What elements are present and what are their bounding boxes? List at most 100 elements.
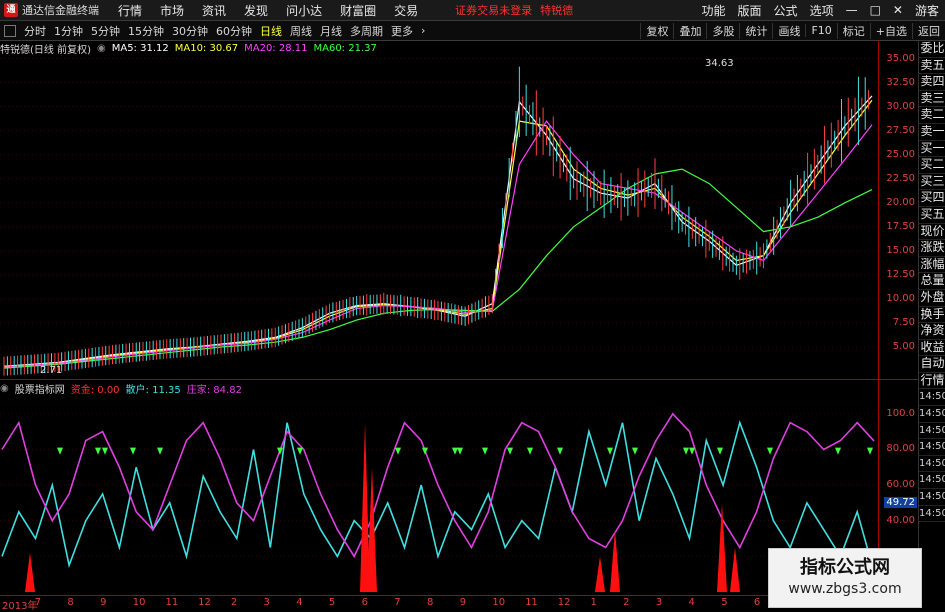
- menu-item-market-board[interactable]: 市场: [160, 2, 184, 19]
- chevron-right-icon[interactable]: ›: [417, 24, 429, 37]
- signal-marker: [57, 447, 63, 455]
- tool-add-favorite[interactable]: +自选: [869, 22, 912, 39]
- signal-marker: [157, 447, 163, 455]
- tool-back[interactable]: 返回: [912, 22, 945, 39]
- menu-item-formula[interactable]: 公式: [774, 2, 798, 19]
- price-tick: 30.00: [886, 100, 915, 112]
- side-panel-item[interactable]: 买三: [919, 174, 945, 191]
- date-tick: 2: [623, 597, 630, 608]
- menu-item-trade[interactable]: 交易: [394, 2, 418, 19]
- side-panel-item[interactable]: 卖三: [919, 91, 945, 108]
- tool-adjust[interactable]: 复权: [640, 22, 673, 39]
- indicator-chart[interactable]: [0, 380, 878, 595]
- indicator-current-value: 49.72: [884, 497, 917, 509]
- side-panel-time: 14:50: [919, 489, 945, 506]
- menu-item-wealth[interactable]: 财富圈: [340, 2, 376, 19]
- date-tick: 9: [100, 597, 107, 608]
- date-tick: 3: [263, 597, 270, 608]
- menu-item-layout[interactable]: 版面: [738, 2, 762, 19]
- settings-icon[interactable]: ◉: [97, 43, 106, 54]
- window-icon[interactable]: [4, 24, 16, 37]
- menu-item-function[interactable]: 功能: [702, 2, 726, 19]
- signal-marker: [557, 447, 563, 455]
- indicator-settings-icon[interactable]: ◉: [0, 383, 9, 394]
- side-panel-item[interactable]: 卖四: [919, 74, 945, 91]
- period-more[interactable]: 更多: [387, 23, 417, 39]
- price-axis: 35.00 32.50 30.00 27.50 25.00 22.50 20.00 17.50…: [878, 41, 919, 379]
- side-panel-item[interactable]: 买五: [919, 207, 945, 224]
- date-tick: 12: [557, 597, 571, 608]
- tool-overlay[interactable]: 叠加: [673, 22, 706, 39]
- side-panel-item[interactable]: 收益: [919, 340, 945, 357]
- price-tick: 15.00: [886, 244, 915, 256]
- signal-marker: [482, 447, 488, 455]
- ma10-label: MA10: 30.67: [174, 43, 239, 54]
- minimize-icon[interactable]: —: [846, 3, 858, 17]
- signal-marker: [767, 447, 773, 455]
- side-panel-item[interactable]: 净资: [919, 323, 945, 340]
- period-60min[interactable]: 60分钟: [212, 23, 256, 39]
- signal-marker: [689, 447, 695, 455]
- guest-label[interactable]: 游客: [915, 2, 939, 19]
- side-panel-item[interactable]: 买二: [919, 157, 945, 174]
- date-tick: 8: [67, 597, 74, 608]
- tool-f10[interactable]: F10: [805, 24, 836, 37]
- date-tick: 5: [721, 597, 728, 608]
- menu-item-options[interactable]: 选项: [810, 2, 834, 19]
- date-tick: 11: [165, 597, 179, 608]
- main-info-bar: 特锐德(日线 前复权) ◉ MA5: 31.12 MA10: 30.67 MA2…: [0, 41, 383, 56]
- tool-draw[interactable]: 画线: [772, 22, 805, 39]
- date-tick: 7: [394, 597, 401, 608]
- close-icon[interactable]: ✕: [893, 3, 903, 17]
- high-price-label: 34.63: [705, 58, 734, 69]
- tool-mark[interactable]: 标记: [836, 22, 870, 39]
- period-intraday[interactable]: 分时: [20, 23, 50, 39]
- period-weekly[interactable]: 周线: [286, 23, 316, 39]
- menu-item-market[interactable]: 行情: [118, 2, 142, 19]
- date-tick: 8: [427, 597, 434, 608]
- side-panel-item[interactable]: 换手: [919, 307, 945, 324]
- menu-item-discover[interactable]: 发现: [244, 2, 268, 19]
- side-panel-item[interactable]: 涨跌: [919, 240, 945, 257]
- side-panel-item[interactable]: 自动: [919, 356, 945, 373]
- date-tick: 3: [655, 597, 663, 608]
- period-monthly[interactable]: 月线: [316, 23, 346, 39]
- side-panel-time: 14:50: [919, 389, 945, 407]
- menu-item-news[interactable]: 资讯: [202, 2, 226, 19]
- menu-item-ask[interactable]: 问小达: [286, 2, 322, 19]
- price-tick: 5.00: [892, 340, 915, 352]
- fund-spike: [25, 552, 35, 592]
- indicator-tick: 40.00: [886, 514, 915, 526]
- main-price-chart[interactable]: 34.63 2.71: [0, 41, 878, 379]
- side-panel-item[interactable]: 行情: [919, 373, 945, 390]
- side-panel-item[interactable]: 卖五: [919, 58, 945, 75]
- period-5min[interactable]: 5分钟: [87, 23, 124, 39]
- tool-multi-stock[interactable]: 多股: [706, 22, 739, 39]
- signal-marker: [835, 447, 841, 455]
- side-panel-item[interactable]: 买一: [919, 141, 945, 158]
- side-panel-item[interactable]: 委比: [919, 41, 945, 58]
- tool-stats[interactable]: 统计: [739, 22, 772, 39]
- date-tick: 11: [525, 597, 538, 608]
- side-panel-item[interactable]: 涨幅: [919, 257, 945, 274]
- side-panel-item[interactable]: 买四: [919, 190, 945, 207]
- side-panel-item[interactable]: 卖一: [919, 124, 945, 141]
- period-1min[interactable]: 1分钟: [50, 23, 87, 39]
- side-panel-item[interactable]: 总量: [919, 273, 945, 290]
- maximize-icon[interactable]: □: [870, 3, 881, 17]
- period-daily[interactable]: 日线: [256, 23, 286, 39]
- price-tick: 10.00: [886, 292, 915, 304]
- side-panel-item[interactable]: 现价: [919, 224, 945, 241]
- period-15min[interactable]: 15分钟: [124, 23, 168, 39]
- period-multi[interactable]: 多周期: [346, 23, 387, 39]
- signal-marker: [395, 447, 401, 455]
- login-notice[interactable]: 证券交易未登录: [455, 2, 532, 18]
- side-panel-item[interactable]: 卖二: [919, 107, 945, 124]
- ma60-label: MA60: 21.37: [313, 43, 377, 54]
- signal-marker: [683, 447, 689, 455]
- fund-spike: [595, 556, 605, 592]
- period-30min[interactable]: 30分钟: [168, 23, 212, 39]
- signal-marker: [717, 447, 723, 455]
- sub-info-bar: ◉ 股票指标网 资金: 0.00 散户: 11.35 庄家: 84.82: [0, 381, 248, 396]
- side-panel-item[interactable]: 外盘: [919, 290, 945, 307]
